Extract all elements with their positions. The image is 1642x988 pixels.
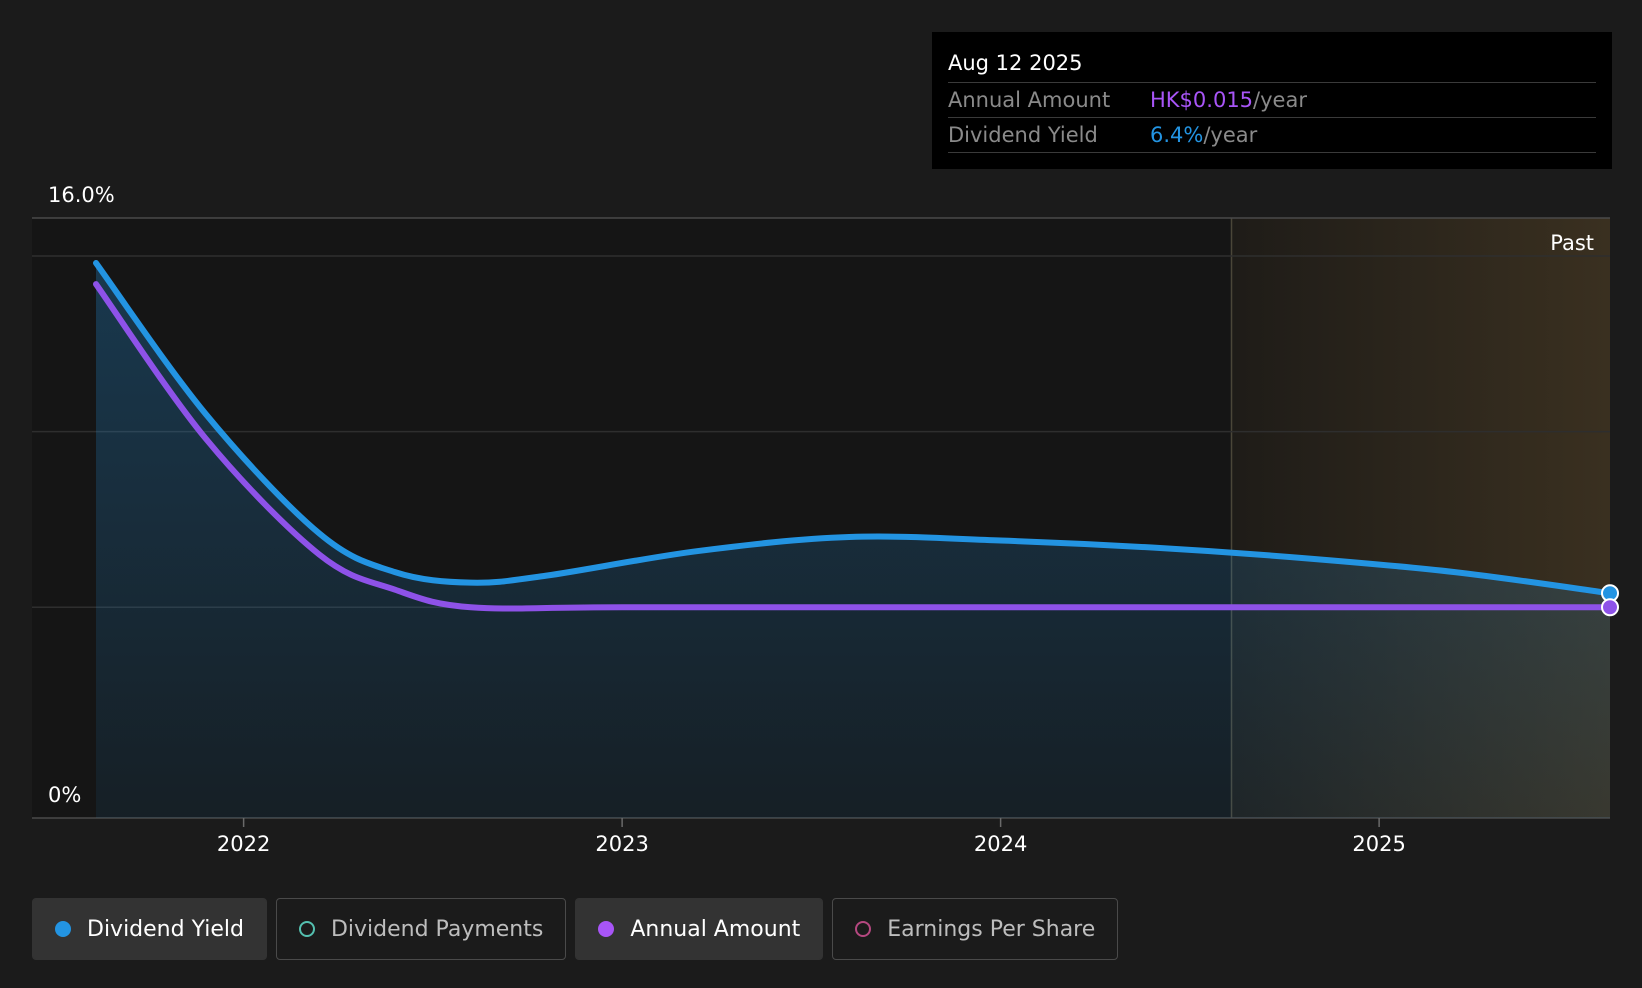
legend-label: Dividend Yield — [87, 916, 244, 942]
tooltip-dividend-yield-label: Dividend Yield — [948, 123, 1098, 147]
past-label: Past — [1550, 231, 1594, 255]
annual-amount-dot-icon — [598, 921, 615, 937]
tooltip-dividend-yield-value: 6.4% — [1150, 123, 1204, 147]
y-axis-top-label: 16.0% — [48, 183, 115, 207]
x-tick-label: 2025 — [1352, 832, 1405, 856]
legend-label: Dividend Payments — [330, 916, 544, 942]
legend-earnings-per-share[interactable]: Earnings Per Share — [832, 898, 1119, 960]
legend: Dividend Yield Dividend Payments Annual … — [32, 898, 1119, 960]
earnings-per-share-ring-icon — [855, 921, 872, 937]
hover-tooltip: Aug 12 2025 Annual Amount HK$0.015 /year… — [932, 32, 1612, 169]
tooltip-dividend-yield-suffix: /year — [1203, 123, 1258, 147]
tooltip-annual-amount-row: Annual Amount HK$0.015 /year — [948, 82, 1596, 117]
legend-label: Annual Amount — [630, 916, 801, 942]
annual-amount-endpoint[interactable] — [1601, 598, 1619, 617]
tooltip-dividend-yield-row: Dividend Yield 6.4% /year — [948, 117, 1596, 153]
tooltip-annual-amount-value: HK$0.015 — [1150, 88, 1254, 112]
x-tick-label: 2022 — [217, 832, 270, 856]
tooltip-date: Aug 12 2025 — [948, 51, 1083, 75]
dividend-payments-ring-icon — [298, 921, 315, 937]
x-axis-ticks: 2022 2023 2024 2025 — [217, 818, 1406, 856]
legend-dividend-yield[interactable]: Dividend Yield — [32, 898, 267, 960]
y-axis-bottom-label: 0% — [48, 783, 81, 807]
dividend-yield-dot-icon — [55, 921, 71, 937]
tooltip-annual-amount-suffix: /year — [1253, 88, 1307, 112]
x-tick-label: 2023 — [595, 832, 648, 856]
x-tick-label: 2024 — [974, 832, 1027, 856]
tooltip-annual-amount-label: Annual Amount — [948, 88, 1111, 112]
legend-dividend-payments[interactable]: Dividend Payments — [275, 898, 567, 960]
legend-label: Earnings Per Share — [887, 916, 1096, 942]
legend-annual-amount[interactable]: Annual Amount — [575, 898, 824, 960]
